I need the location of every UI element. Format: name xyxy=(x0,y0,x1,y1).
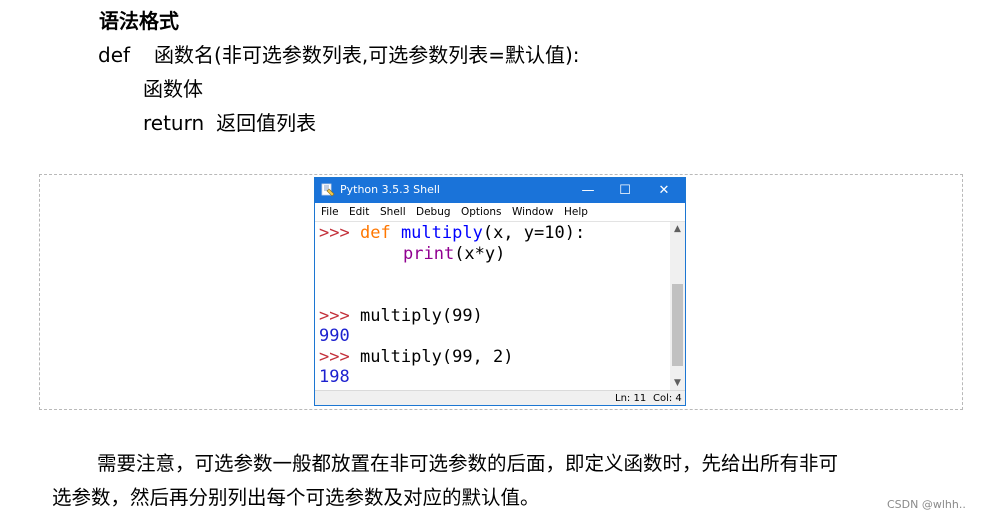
scroll-down-arrow-icon[interactable]: ▼ xyxy=(670,376,685,390)
paragraph-line: 选参数，然后再分别列出每个可选参数及对应的默认值。 xyxy=(52,486,540,509)
python-shell-window[interactable]: Python 3.5.3 Shell — ☐ ✕ File Edit Shell… xyxy=(314,177,686,406)
menu-file[interactable]: File xyxy=(321,205,339,219)
shell-text-area[interactable]: >>> def multiply(x, y=10): print(x*y) >>… xyxy=(315,222,670,390)
window-title: Python 3.5.3 Shell xyxy=(340,183,440,196)
menu-shell[interactable]: Shell xyxy=(380,205,406,219)
column-number-status: Col: 4 xyxy=(653,393,682,404)
watermark: CSDN @wlhh.. xyxy=(887,498,966,511)
maximize-button[interactable]: ☐ xyxy=(605,178,645,203)
menu-debug[interactable]: Debug xyxy=(416,205,451,219)
menu-bar: File Edit Shell Debug Options Window Hel… xyxy=(315,203,685,222)
return-value: 返回值列表 xyxy=(216,111,317,135)
def-signature: 函数名(非可选参数列表,可选参数列表=默认值): xyxy=(154,43,580,67)
def-keyword: def xyxy=(98,43,131,67)
output-line: 198 xyxy=(319,367,350,387)
output-line: 990 xyxy=(319,326,350,346)
section-heading: 语法格式 xyxy=(99,9,179,33)
syntax-line-def: def 函数名(非可选参数列表,可选参数列表=默认值): xyxy=(98,42,580,68)
menu-window[interactable]: Window xyxy=(512,205,553,219)
line-number-status: Ln: 11 xyxy=(615,393,647,404)
minimize-button[interactable]: — xyxy=(568,178,608,203)
menu-edit[interactable]: Edit xyxy=(349,205,369,219)
return-keyword: return xyxy=(143,111,205,135)
scrollbar-thumb[interactable] xyxy=(672,284,683,366)
menu-help[interactable]: Help xyxy=(564,205,588,219)
syntax-line-body: 函数体 xyxy=(143,77,203,101)
menu-options[interactable]: Options xyxy=(461,205,502,219)
vertical-scrollbar[interactable]: ▲ ▼ xyxy=(670,222,685,390)
code-line: >>> def multiply(x, y=10): xyxy=(319,223,586,243)
scroll-up-arrow-icon[interactable]: ▲ xyxy=(670,222,685,236)
python-idle-icon xyxy=(321,183,335,197)
status-bar: Ln: 11 Col: 4 xyxy=(315,390,685,405)
code-line: >>> multiply(99) xyxy=(319,306,483,326)
code-line: >>> multiply(99, 2) xyxy=(319,347,514,367)
code-line: print(x*y) xyxy=(403,244,506,264)
paragraph-line: 需要注意，可选参数一般都放置在非可选参数的后面，即定义函数时，先给出所有非可 xyxy=(97,452,839,475)
syntax-line-return: return 返回值列表 xyxy=(143,110,316,136)
close-button[interactable]: ✕ xyxy=(644,178,684,203)
window-titlebar[interactable]: Python 3.5.3 Shell — ☐ ✕ xyxy=(315,178,685,203)
